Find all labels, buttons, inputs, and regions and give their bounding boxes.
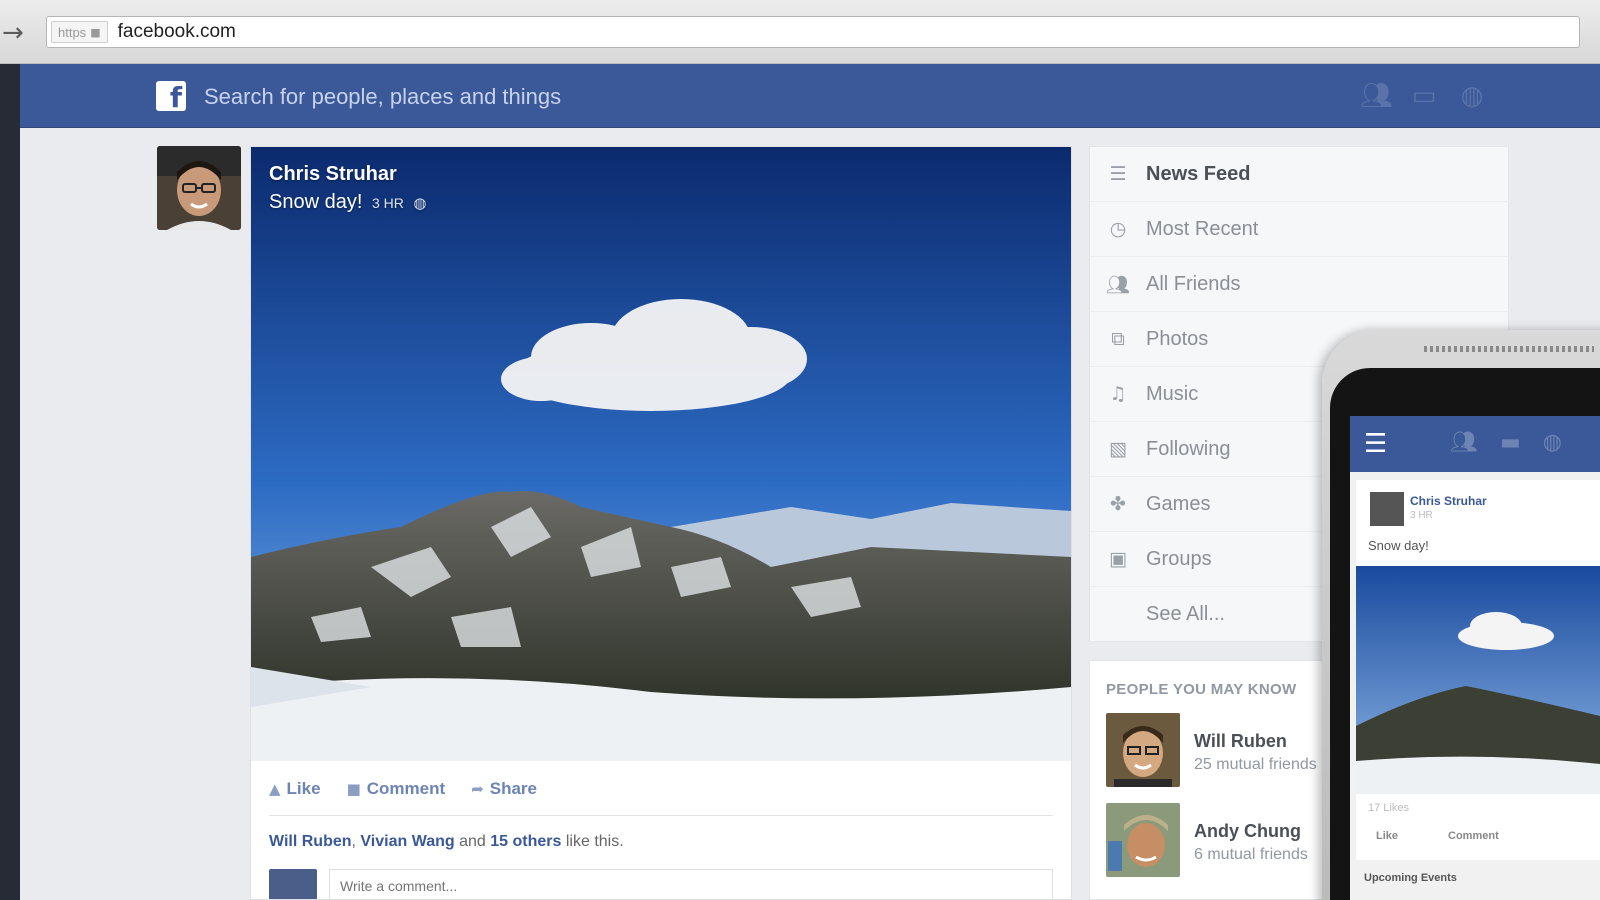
viewer-avatar [269,869,317,899]
like-button[interactable]: ▲ Like [269,779,321,799]
address-bar[interactable]: https ■ facebook.com [46,16,1580,48]
window-edge [0,64,20,900]
messages-icon[interactable]: ▭ [1408,80,1440,112]
suggested-person[interactable]: Will Ruben 25 mutual friends [1106,713,1317,787]
news-feed-post: Chris Struhar Snow day! 3 HR ◍ ▲ Like ■ … [250,146,1072,900]
friends-icon[interactable]: 👥︎ [1450,430,1478,455]
https-label: https [58,24,87,40]
likes-suffix: like this. [565,833,624,850]
notifications-globe-icon[interactable]: ◍ [1456,80,1488,112]
phone-speaker [1424,346,1594,352]
phone-author-avatar[interactable] [1370,492,1404,526]
nav-item-label: Photos [1146,327,1209,350]
phone-header: ☰ 👥︎ ▬ ◍ [1350,416,1600,472]
music-note-icon: ♫ [1109,383,1127,405]
post-timestamp[interactable]: 3 HR [372,195,404,211]
likes-others-link[interactable]: 15 others [490,833,561,850]
globe-icon: ◍ [413,194,427,212]
phone-post-actions: Like Comment [1376,830,1499,842]
facebook-logo-icon[interactable]: f [156,81,186,114]
share-label: Share [489,779,537,798]
phone-like-button[interactable]: Like [1376,830,1398,842]
post-author-name[interactable]: Chris Struhar [269,163,397,186]
comment-button[interactable]: ■ Comment [347,779,446,799]
liker-name[interactable]: Vivian Wang [360,833,454,850]
url-text[interactable]: facebook.com [118,21,236,43]
author-avatar[interactable] [157,146,241,230]
like-label: Like [286,779,321,798]
nav-item-all-friends[interactable]: 👥︎ All Friends [1090,257,1510,312]
likes-separator: , [351,833,356,850]
lock-icon: ■ [90,25,101,39]
share-button[interactable]: ➦ Share [471,779,537,799]
liker-name[interactable]: Will Ruben [269,833,352,850]
pymk-title: PEOPLE YOU MAY KNOW [1106,681,1297,698]
phone-screen: ☰ 👥︎ ▬ ◍ Chris Struhar 3 HR Snow day! 17… [1350,416,1600,900]
divider [269,815,1053,816]
likes-and: and [459,833,486,850]
search-input[interactable] [204,82,1104,112]
news-feed-icon: ☰ [1109,163,1127,185]
groups-icon: ▣ [1109,548,1127,570]
mutual-friends: 25 mutual friends [1194,756,1317,773]
friends-icon[interactable]: 👥︎ [1360,80,1393,112]
facebook-header: f 👥︎ ▭ ◍ [20,64,1600,128]
nav-item-label: Music [1146,382,1199,405]
https-indicator: https ■ [51,21,108,43]
comment-composer [269,869,1053,899]
post-photo[interactable]: Chris Struhar Snow day! 3 HR ◍ [251,147,1071,761]
nav-item-label: See All... [1146,603,1225,625]
person-avatar[interactable] [1106,803,1180,877]
phone-post-author[interactable]: Chris Struhar [1410,494,1487,508]
person-avatar[interactable] [1106,713,1180,787]
friends-icon: 👥︎ [1106,273,1131,296]
nav-item-label: All Friends [1146,272,1241,295]
photos-icon: ⧉ [1111,328,1125,350]
nav-item-label: Groups [1146,547,1212,570]
nav-item-news-feed[interactable]: ☰ News Feed [1090,147,1510,202]
games-icon: ✤ [1110,493,1126,515]
mutual-friends: 6 mutual friends [1194,846,1308,863]
phone-post-time: 3 HR [1410,510,1433,521]
suggested-person[interactable]: Andy Chung 6 mutual friends [1106,803,1308,877]
header-icons: 👥︎ ▭ ◍ [1360,80,1488,112]
thumbs-up-icon: ▲ [269,780,281,798]
comment-input[interactable] [329,869,1053,899]
messages-icon[interactable]: ▬ [1500,430,1521,455]
back-arrow-icon[interactable]: → [2,18,24,48]
phone-header-icons: 👥︎ ▬ ◍ [1450,430,1562,455]
likes-summary: Will Ruben, Vivian Wang and 15 others li… [269,833,624,851]
comment-icon: ■ [346,780,361,798]
phone-post-photo[interactable] [1356,566,1600,794]
phone-like-count: 17 Likes [1368,802,1409,814]
phone-post-status: Snow day! [1368,538,1429,553]
post-actions: ▲ Like ■ Comment ➦ Share [269,779,537,799]
hamburger-menu-icon[interactable]: ☰ [1364,429,1387,459]
clock-icon: ◷ [1109,218,1127,240]
comment-label: Comment [366,779,446,798]
nav-item-label: Games [1146,492,1211,515]
phone-comment-button[interactable]: Comment [1448,830,1499,842]
nav-item-label: News Feed [1146,162,1251,185]
post-status: Snow day! 3 HR ◍ [269,191,427,214]
phone-post: Chris Struhar 3 HR Snow day! 17 Likes Li… [1356,480,1600,860]
following-icon: ▧ [1109,438,1127,460]
nav-item-label: Following [1146,437,1231,460]
person-name[interactable]: Will Ruben [1194,731,1317,752]
nav-item-most-recent[interactable]: ◷ Most Recent [1090,202,1510,257]
browser-toolbar: → https ■ facebook.com [0,0,1600,64]
nav-item-label: Most Recent [1146,217,1259,240]
person-name[interactable]: Andy Chung [1194,821,1308,842]
post-status-text: Snow day! [269,191,363,213]
phone-upcoming-events[interactable]: Upcoming Events [1364,872,1457,884]
share-icon: ➦ [471,780,484,798]
notifications-globe-icon[interactable]: ◍ [1543,430,1562,455]
